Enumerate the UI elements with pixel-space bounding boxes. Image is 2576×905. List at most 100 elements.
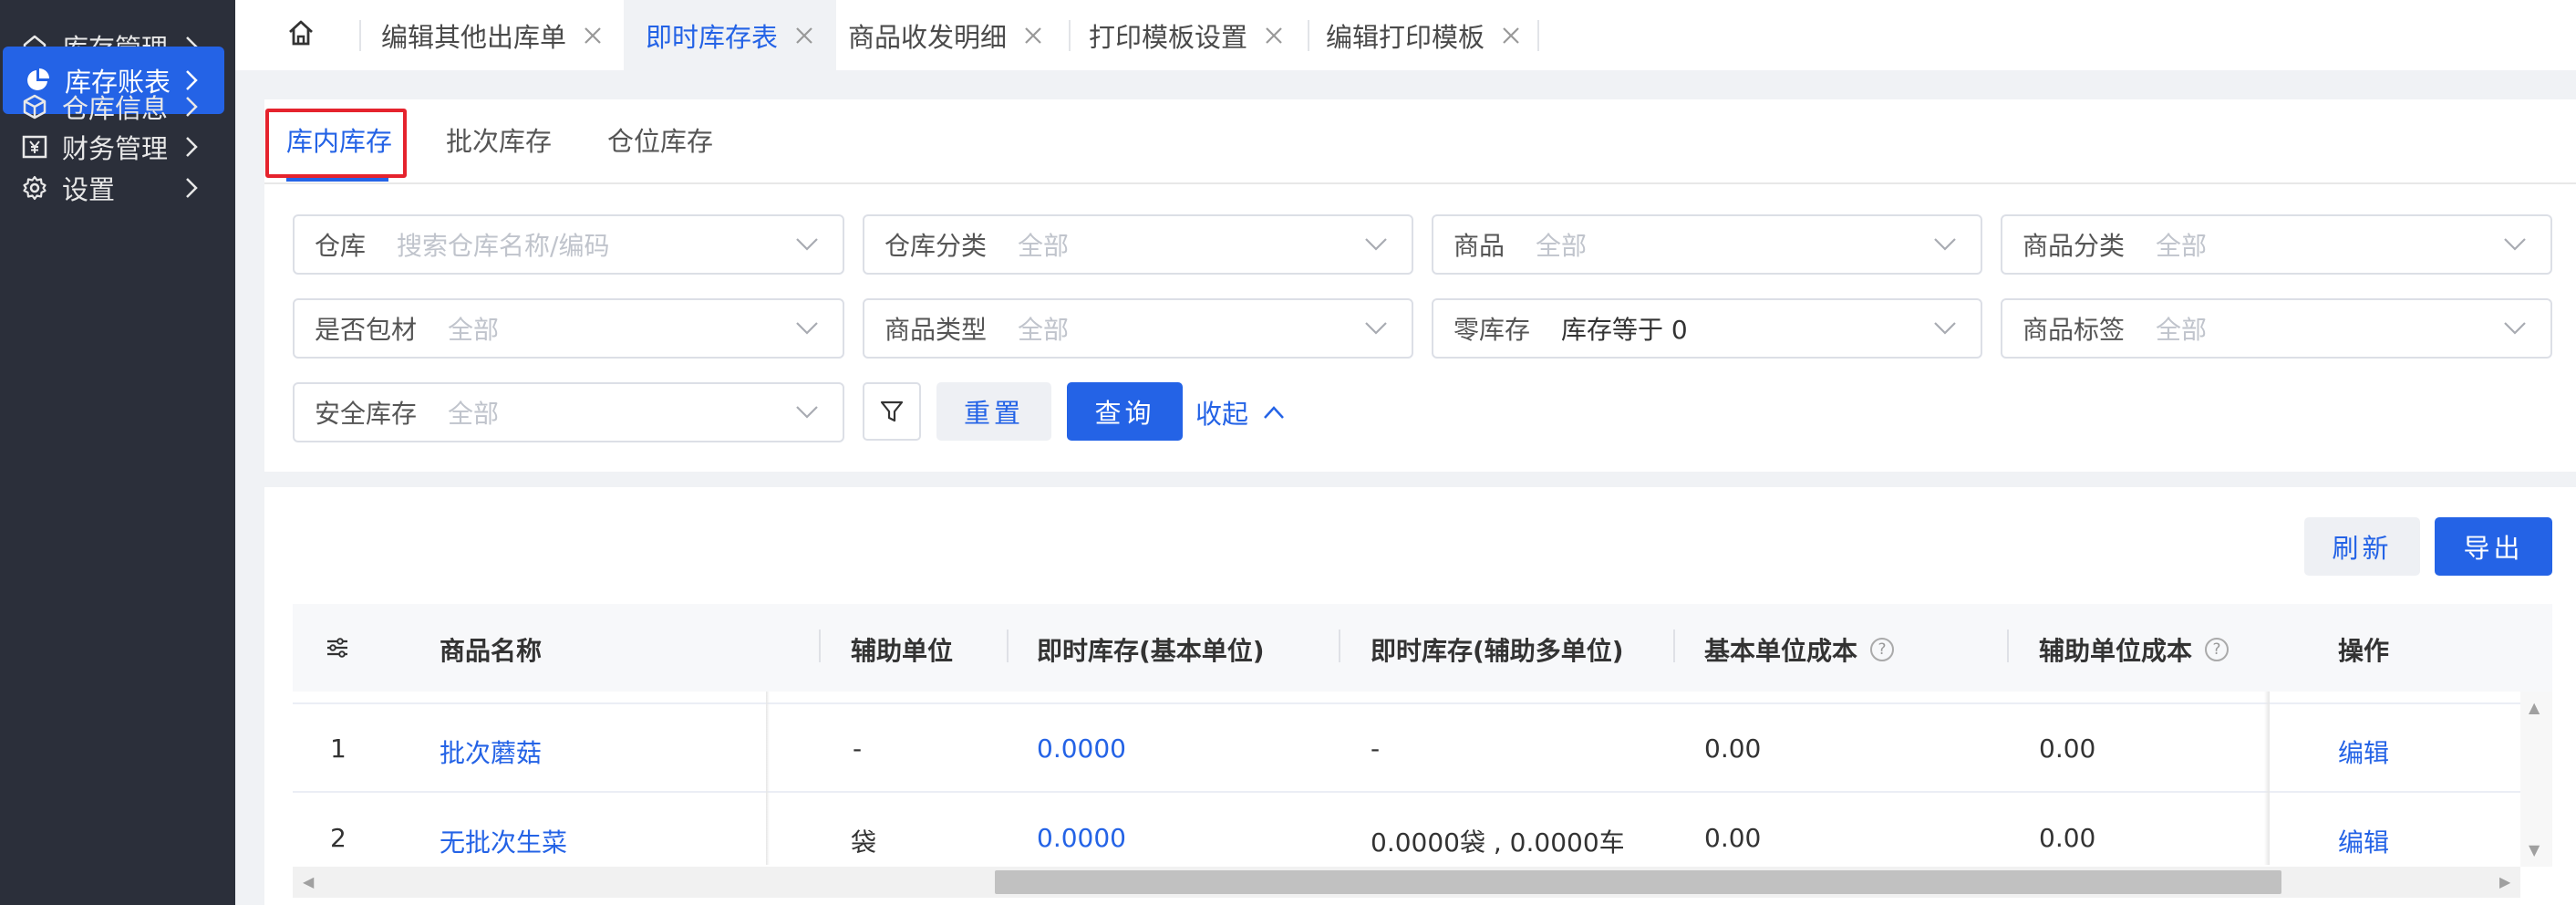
column-header-label: 基本单位成本 [1704, 636, 1858, 666]
export-button[interactable]: 导出 [2435, 517, 2552, 576]
field-label: 商品类型 [885, 315, 988, 345]
goods-type-select[interactable]: 商品类型 全部 [863, 298, 1413, 359]
warehouse-category-select[interactable]: 仓库分类 全部 [863, 214, 1413, 275]
tab-label: 编辑其他出库单 [381, 21, 567, 53]
column-header-stock-base: 即时库存(基本单位) [1037, 636, 1265, 666]
column-header-goods-name: 商品名称 [440, 636, 543, 666]
collapse-toggle[interactable]: 收起 [1195, 393, 1285, 432]
tab-label: 打印模板设置 [1089, 21, 1248, 53]
tab-separator [1308, 20, 1309, 51]
goods-name-link[interactable]: 批次蘑菇 [440, 733, 542, 770]
goods-category-select[interactable]: 商品分类 全部 [2001, 214, 2552, 275]
subtab-batch-stock[interactable]: 批次库存 [446, 120, 552, 159]
scroll-left-arrow-icon[interactable]: ◀ [303, 873, 314, 890]
stock-base-link[interactable]: 0.0000 [1037, 733, 1126, 764]
close-icon[interactable] [1023, 26, 1043, 46]
goods-name-link[interactable]: 无批次生菜 [440, 823, 567, 859]
chevron-down-icon [796, 406, 818, 419]
zero-stock-select[interactable]: 零库存 库存等于 0 [1432, 298, 1982, 359]
scroll-right-arrow-icon[interactable]: ▶ [2499, 873, 2510, 890]
field-placeholder: 全部 [448, 315, 500, 345]
goods-select[interactable]: 商品 全部 [1432, 214, 1982, 275]
column-header-cost-aux: 辅助单位成本 ? [2039, 631, 2229, 668]
tab-separator [1537, 20, 1539, 51]
chevron-down-icon [2504, 238, 2526, 251]
advanced-filter-button[interactable] [863, 382, 921, 441]
safety-stock-select[interactable]: 安全库存 全部 [293, 382, 844, 442]
horizontal-scroll-thumb[interactable] [995, 870, 2281, 894]
column-separator [1007, 629, 1009, 662]
tab-realtime-inventory[interactable]: 即时库存表 [624, 0, 837, 70]
scroll-up-arrow-icon[interactable]: ▲ [2529, 699, 2540, 716]
filter-icon [880, 400, 904, 422]
close-icon[interactable] [1501, 26, 1521, 46]
warehouse-select[interactable]: 仓库 搜索仓库名称/编码 [293, 214, 844, 275]
chevron-down-icon [1365, 322, 1387, 335]
subtabs-divider [264, 182, 2576, 184]
column-header-cost-base: 基本单位成本 ? [1704, 631, 1895, 668]
edit-link[interactable]: 编辑 [2338, 823, 2389, 859]
column-header-aux-unit: 辅助单位 [851, 636, 954, 666]
tab-edit-other-outbound[interactable]: 编辑其他出库单 [381, 0, 603, 70]
query-button[interactable]: 查询 [1067, 382, 1183, 441]
chevron-down-icon [1934, 238, 1956, 251]
help-icon[interactable]: ? [1870, 638, 1895, 661]
edit-link[interactable]: 编辑 [2338, 733, 2389, 770]
close-icon[interactable] [583, 26, 603, 46]
field-placeholder: 全部 [2156, 231, 2208, 261]
cost-base-cell: 0.00 [1704, 733, 1762, 764]
scroll-down-arrow-icon[interactable]: ▼ [2529, 841, 2540, 858]
cost-base-cell: 0.00 [1704, 823, 1762, 853]
column-separator [2007, 629, 2009, 662]
chevron-down-icon [1365, 238, 1387, 251]
field-placeholder: 全部 [1018, 315, 1070, 345]
close-icon[interactable] [1264, 26, 1284, 46]
column-header-label: 辅助单位成本 [2039, 636, 2193, 666]
field-placeholder: 全部 [2156, 315, 2208, 345]
home-tab-icon[interactable] [286, 18, 319, 51]
chevron-down-icon [796, 238, 818, 251]
column-settings-icon[interactable] [325, 635, 350, 667]
chevron-right-icon [182, 174, 201, 202]
help-icon[interactable]: ? [2205, 638, 2229, 661]
chevron-up-icon [1264, 406, 1284, 419]
tab-label: 即时库存表 [646, 21, 779, 53]
sidebar-item-settings[interactable]: 设置 [0, 154, 224, 222]
subtab-location-stock[interactable]: 仓位库存 [607, 120, 713, 159]
tab-goods-transaction-detail[interactable]: 商品收发明细 [848, 0, 1043, 70]
field-label: 商品分类 [2023, 231, 2126, 261]
packaging-material-select[interactable]: 是否包材 全部 [293, 298, 844, 359]
tab-label: 商品收发明细 [848, 21, 1008, 53]
collapse-label: 收起 [1195, 399, 1249, 430]
field-label: 零库存 [1454, 315, 1531, 345]
column-separator [1339, 629, 1340, 662]
row-index: 2 [330, 823, 347, 853]
field-placeholder: 全部 [448, 399, 500, 429]
field-value: 库存等于 0 [1561, 315, 1688, 345]
field-placeholder: 搜索仓库名称/编码 [397, 231, 610, 261]
column-separator [819, 629, 821, 662]
row-divider [293, 791, 2520, 793]
chevron-down-icon [796, 322, 818, 335]
tab-print-template-settings[interactable]: 打印模板设置 [1089, 0, 1284, 70]
tab-edit-print-template[interactable]: 编辑打印模板 [1326, 0, 1521, 70]
fixed-column-shadow [2264, 692, 2270, 865]
refresh-button[interactable]: 刷新 [2304, 517, 2420, 576]
aux-unit-cell: 袋 [851, 827, 877, 858]
field-label: 商品 [1454, 231, 1505, 261]
gear-icon [16, 170, 53, 206]
close-icon[interactable] [794, 26, 814, 46]
field-label: 商品标签 [2023, 315, 2126, 345]
stock-aux-cell: 0.0000袋 , 0.0000车 [1371, 827, 1625, 858]
sidebar: 库存管理 库存账表 仓库信息 财务管理 设置 [0, 0, 235, 905]
reset-button[interactable]: 重置 [936, 382, 1051, 441]
column-header-actions: 操作 [2338, 636, 2390, 666]
cost-aux-cell: 0.00 [2039, 823, 2096, 853]
active-subtab-indicator [286, 178, 388, 182]
stock-base-link[interactable]: 0.0000 [1037, 823, 1126, 853]
sidebar-item-label: 设置 [62, 174, 116, 205]
field-placeholder: 全部 [1018, 231, 1070, 261]
goods-tag-select[interactable]: 商品标签 全部 [2001, 298, 2552, 359]
chevron-down-icon [2504, 322, 2526, 335]
field-label: 安全库存 [315, 399, 418, 429]
